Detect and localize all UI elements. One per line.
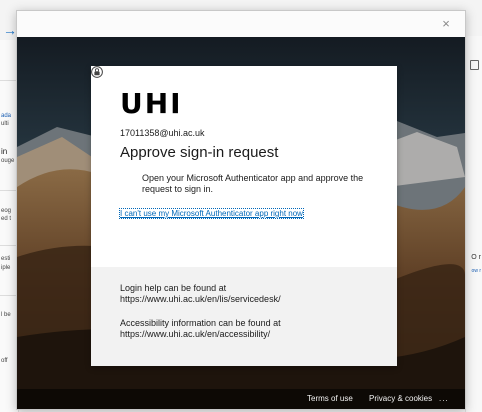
page-title: Approve sign-in request [120,144,279,161]
accessibility-info-line: Accessibility information can be found a… [120,318,281,328]
close-icon[interactable]: × [437,15,455,33]
login-help-url: https://www.uhi.ac.uk/en/lis/servicedesk… [120,294,281,304]
window-icon[interactable] [470,60,479,70]
popup-titlebar: × [17,11,465,37]
bg-text-fragment: O r [471,254,481,261]
bg-text-fragment: esti [1,256,11,262]
bg-text-fragment: off [1,358,8,364]
bg-text-fragment: ed t [1,216,12,222]
privacy-cookies-link[interactable]: Privacy & cookies [369,394,432,403]
more-options-icon[interactable]: ... [439,394,449,403]
signin-card-main: UHI 17011358@uhi.ac.uk Approve sign-in r… [91,66,397,267]
uhi-logo: UHI [120,87,183,120]
approve-instruction: Open your Microsoft Authenticator app an… [142,173,364,194]
bg-text-fragment: ouge [1,158,15,164]
bg-text-fragment: eog [1,208,12,214]
login-help-line: Login help can be found at [120,283,227,293]
scenic-background: UHI 17011358@uhi.ac.uk Approve sign-in r… [17,37,465,409]
account-email: 17011358@uhi.ac.uk [120,128,205,138]
back-arrow-icon[interactable]: → [3,22,17,38]
terms-of-use-link[interactable]: Terms of use [307,394,353,403]
signin-card-help: Login help can be found at https://www.u… [91,267,397,366]
accessibility-info-text: Accessibility information can be found a… [120,318,380,340]
bg-text-fragment: in [1,147,8,156]
bg-text-fragment: ulti [1,121,9,127]
accessibility-info-url: https://www.uhi.ac.uk/en/accessibility/ [120,329,271,339]
authenticator-lock-icon [91,66,103,78]
background-right-panel: O r ow r [465,36,482,412]
login-help-text: Login help can be found at https://www.u… [120,283,380,305]
bg-text-fragment: ow r [471,268,481,274]
bg-text-fragment: ada [1,113,12,119]
signin-card: UHI 17011358@uhi.ac.uk Approve sign-in r… [91,66,397,366]
signin-popup-window: × UHI 17011358@uhi.ac.uk Approve sign-in… [16,10,466,410]
cant-use-authenticator-link[interactable]: I can't use my Microsoft Authenticator a… [119,208,304,219]
page-footer: Terms of use Privacy & cookies ... [17,389,465,409]
bg-text-fragment: l be [1,312,11,318]
bg-text-fragment: iple [1,265,11,271]
